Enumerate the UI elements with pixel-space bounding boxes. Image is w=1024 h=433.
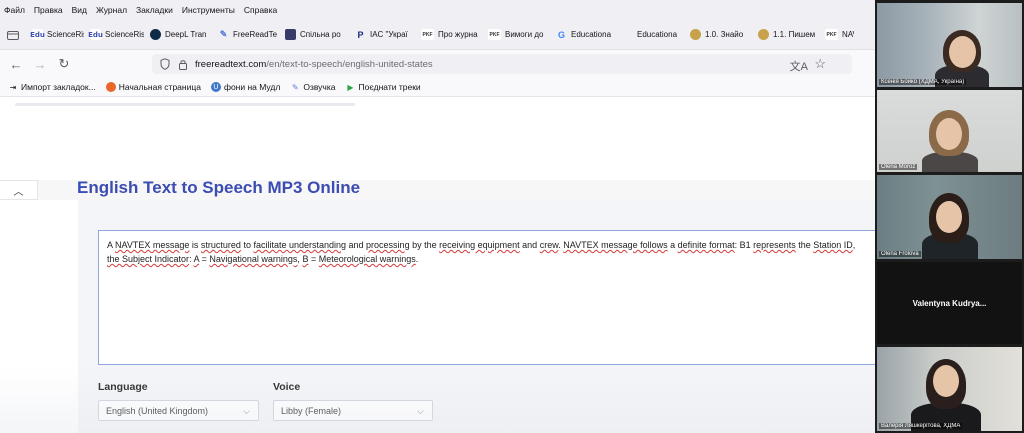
tab-freereadtext[interactable]: ✎ FreeReadTe	[212, 22, 279, 48]
menu-history[interactable]: Журнал	[96, 5, 127, 15]
forward-button[interactable]: →	[28, 52, 52, 76]
import-icon: ⇥	[9, 82, 17, 92]
text-input-area[interactable]: A NAVTEX message is structured to facili…	[98, 230, 875, 365]
menu-bar: Файл Правка Вид Журнал Закладки Инструме…	[0, 0, 875, 20]
tab-spilna-robota[interactable]: Спільна ро	[279, 22, 349, 48]
collapse-button[interactable]: ︿	[0, 180, 38, 200]
bookmark-moodle[interactable]: Uфони на Мудл	[210, 82, 280, 92]
pkf-icon: PKF	[825, 29, 838, 40]
bookmark-home[interactable]: Начальная страница	[105, 82, 201, 92]
menu-tools[interactable]: Инструменты	[182, 5, 235, 15]
course-icon	[758, 29, 769, 40]
deepl-icon	[150, 29, 161, 40]
shield-icon[interactable]	[160, 58, 170, 70]
tab-iac-ukraine[interactable]: P IAC "Украї	[349, 22, 415, 48]
firefox-icon	[105, 82, 116, 92]
google-icon: G	[557, 29, 565, 40]
voice-label: Voice	[273, 381, 301, 393]
bookmark-ozvuchka[interactable]: ✎ Озвучка	[290, 82, 336, 92]
bookmarks-toolbar: ⇥ Импорт закладок... Начальная страница U…	[0, 78, 875, 97]
translate-icon[interactable]: 文A	[790, 58, 808, 74]
participant-name: Valentyna Kudrya...	[912, 298, 987, 308]
menu-view[interactable]: Вид	[72, 5, 87, 15]
url-bar[interactable]: freereadtext.com/en/text-to-speech/engli…	[152, 54, 852, 74]
p-icon: P	[357, 29, 364, 40]
tab-deepl[interactable]: DeepL Tran	[144, 22, 212, 48]
bookmark-import[interactable]: ⇥ Импорт закладок...	[8, 82, 96, 92]
back-button[interactable]: ←	[4, 52, 28, 76]
participant-name: Валерія Ляшкерітова, ХДМА	[879, 423, 963, 429]
chevron-down-icon: ⌵	[417, 406, 424, 416]
browser-window: Файл Правка Вид Журнал Закладки Инструме…	[0, 0, 875, 433]
tab-list-button[interactable]	[0, 24, 26, 46]
pen-icon: ✎	[291, 82, 299, 92]
participant-name: Olena Moroz	[879, 164, 918, 170]
tab-navtex[interactable]: PKFNAV	[819, 22, 854, 48]
participant-tile[interactable]: Valentyna Kudrya...	[877, 262, 1022, 344]
menu-edit[interactable]: Правка	[34, 5, 63, 15]
participant-tile[interactable]: Olena Frolova	[877, 175, 1022, 259]
participant-tile[interactable]: Ксенія Бойко (ХДМА, Україна)	[877, 3, 1022, 87]
lock-icon[interactable]	[178, 59, 188, 70]
navigation-bar: ← → ↻ freereadtext.com/en/text-to-speech…	[0, 50, 875, 78]
bookmark-tracks[interactable]: ▶ Поєднати треки	[345, 82, 420, 92]
header-strip	[15, 103, 355, 106]
video-call-panel: Ксенія Бойко (ХДМА, Україна) Olena Moroz…	[875, 0, 1024, 433]
tab-educational-1[interactable]: G Educationa	[550, 22, 631, 48]
page-title: English Text to Speech MP3 Online	[77, 178, 361, 197]
language-select[interactable]: English (United Kingdom) ⌵	[98, 400, 259, 421]
edu-icon: Edu	[30, 29, 45, 40]
back-arrow-icon: ←	[9, 56, 23, 72]
participant-tile[interactable]: Валерія Ляшкерітова, ХДМА	[877, 347, 1022, 431]
tab-vymohy[interactable]: PKF Вимоги до	[482, 22, 550, 48]
participant-name: Olena Frolova	[879, 251, 921, 257]
tab-educational-2[interactable]: Educationa	[631, 22, 684, 48]
participant-name: Ксенія Бойко (ХДМА, Україна)	[879, 79, 967, 85]
chevron-down-icon: ⌵	[243, 406, 250, 416]
ua-icon	[285, 29, 296, 40]
menu-bookmarks[interactable]: Закладки	[136, 5, 173, 15]
tab-bar: Edu ScienceRis Edu ScienceRis DeepL Tran ✎…	[0, 20, 875, 50]
u-icon: U	[210, 82, 221, 92]
url-host: freereadtext.com	[195, 58, 267, 70]
url-path: /en/text-to-speech/english-united-states	[266, 58, 433, 70]
voice-select[interactable]: Libby (Female) ⌵	[273, 400, 433, 421]
reload-button[interactable]: ↻	[52, 52, 76, 76]
participant-tile[interactable]: Olena Moroz	[877, 90, 1022, 172]
bookmark-star-icon[interactable]: ☆	[814, 56, 826, 72]
menu-help[interactable]: Справка	[244, 5, 277, 15]
play-icon: ▶	[347, 82, 354, 92]
language-label: Language	[98, 381, 148, 393]
edu-icon: Edu	[88, 29, 103, 40]
tab-pyshemo[interactable]: 1.1. Пишем	[752, 22, 819, 48]
pkf-icon: PKF	[488, 29, 501, 40]
tab-pro-zhurnal[interactable]: PKF Про журна	[415, 22, 482, 48]
chevron-up-icon: ︿	[13, 186, 24, 198]
tab-list-icon	[7, 30, 19, 40]
course-icon	[690, 29, 701, 40]
forward-arrow-icon: →	[33, 56, 47, 72]
tab-znaiomstvo[interactable]: 1.0. Знайо	[684, 22, 752, 48]
pen-icon: ✎	[219, 29, 228, 39]
tab-sciencerise-1[interactable]: Edu ScienceRis	[26, 22, 84, 48]
reload-icon: ↻	[58, 56, 70, 71]
menu-file[interactable]: Файл	[4, 5, 25, 15]
tab-sciencerise-2[interactable]: Edu ScienceRis	[84, 22, 144, 48]
pkf-icon: PKF	[421, 29, 434, 40]
